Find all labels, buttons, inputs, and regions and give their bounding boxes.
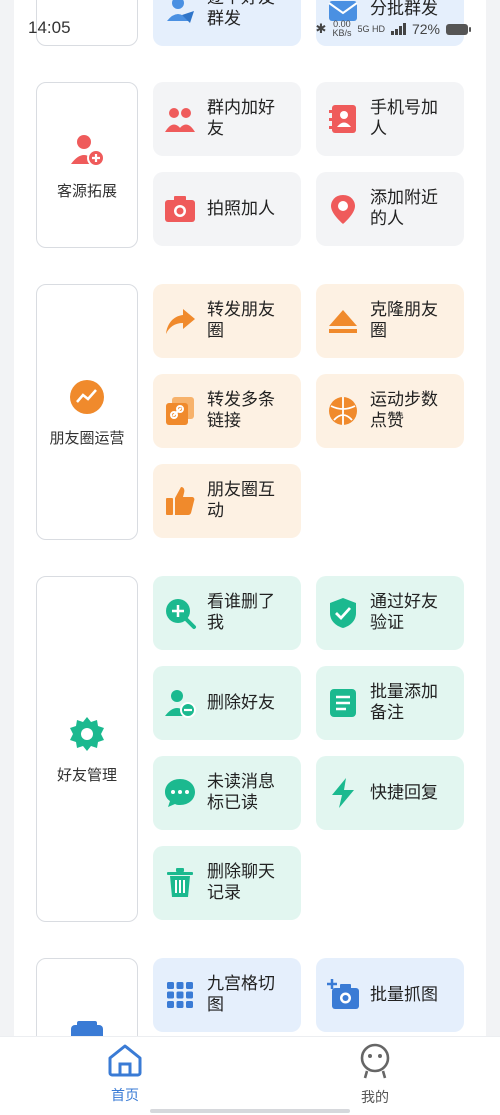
location-pin-icon: [326, 192, 360, 226]
tile-moments-interact[interactable]: 朋友圈互动: [153, 464, 301, 538]
mail-icon: [326, 0, 360, 26]
nav-home[interactable]: 首页: [85, 1043, 165, 1105]
tile-label: 运动步数点赞: [370, 390, 438, 431]
nav-mine-label: 我的: [361, 1090, 389, 1106]
add-photo-icon: [326, 978, 360, 1012]
thumbs-up-icon: [163, 484, 197, 518]
category-card-customer-expansion: 客源拓展: [36, 82, 138, 248]
nav-home-label: 首页: [111, 1088, 139, 1104]
eject-icon: [326, 304, 360, 338]
home-indicator: [150, 1109, 350, 1113]
nav-mine[interactable]: 我的: [335, 1043, 415, 1107]
tile-batch-remark[interactable]: 批量添加备注: [316, 666, 464, 740]
chat-bubble-icon: [163, 776, 197, 810]
tile-label: 未读消息标已读: [207, 772, 275, 813]
ball-icon: [326, 394, 360, 428]
tile-delete-chat[interactable]: 删除聊天记录: [153, 846, 301, 920]
tile-label: 群内加好友: [207, 98, 275, 139]
bottom-nav: 首页 我的: [0, 1036, 500, 1115]
tile-label: 转发多条链接: [207, 390, 275, 431]
tile-batch-capture[interactable]: 批量抓图: [316, 958, 464, 1032]
tile-label: 手机号加人: [370, 98, 438, 139]
category-label: 朋友圈运营: [49, 428, 125, 447]
contact-book-icon: [326, 102, 360, 136]
tile-label: 转发朋友圈: [207, 300, 275, 341]
tile-label: 快捷回复: [370, 782, 438, 803]
camera-icon: [163, 192, 197, 226]
tile-label: 克隆朋友圈: [370, 300, 438, 341]
lightning-icon: [326, 776, 360, 810]
tile-label: 拍照加人: [207, 198, 275, 219]
remove-user-icon: [163, 686, 197, 720]
tile-label: 分批群发: [370, 0, 438, 19]
home-icon: [107, 1043, 143, 1081]
tile-phone-add[interactable]: 手机号加人: [316, 82, 464, 156]
tile-label: 通过好友验证: [370, 592, 438, 633]
tile-pass-verify[interactable]: 通过好友验证: [316, 576, 464, 650]
group-icon: [163, 102, 197, 136]
grid-icon: [163, 978, 197, 1012]
tile-quick-reply[interactable]: 快捷回复: [316, 756, 464, 830]
category-label: 客源拓展: [56, 181, 117, 200]
tile-who-deleted[interactable]: 看谁删了我: [153, 576, 301, 650]
tile-label: 看谁删了我: [207, 592, 275, 633]
category-card-partial: [36, 0, 138, 46]
tile-delete-friend[interactable]: 删除好友: [153, 666, 301, 740]
link-copy-icon: [163, 394, 197, 428]
category-card-moments-operation: 朋友圈运营: [36, 284, 138, 540]
tile-grid-cut[interactable]: 九宫格切图: [153, 958, 301, 1032]
tile-label: 删除好友: [207, 692, 275, 713]
tile-label: 逐个好友群发: [207, 0, 275, 29]
tile-label: 删除聊天记录: [207, 862, 275, 903]
add-user-icon: [67, 130, 107, 170]
trash-icon: [163, 866, 197, 900]
gear-icon: [67, 714, 107, 754]
robot-face-icon: [358, 1043, 392, 1083]
forward-arrow-icon: [163, 304, 197, 338]
tile-step-like[interactable]: 运动步数点赞: [316, 374, 464, 448]
tile-label: 添加附近的人: [370, 188, 438, 229]
category-card-friend-management: 好友管理: [36, 576, 138, 922]
tile-mark-read[interactable]: 未读消息标已读: [153, 756, 301, 830]
tile-group-add[interactable]: 群内加好友: [153, 82, 301, 156]
tile-label: 批量抓图: [370, 984, 438, 1005]
shield-check-icon: [326, 596, 360, 630]
tile-clone-moments[interactable]: 克隆朋友圈: [316, 284, 464, 358]
tile-nearby-add[interactable]: 添加附近的人: [316, 172, 464, 246]
send-icon: [163, 0, 197, 26]
search-icon: [163, 596, 197, 630]
tile-label: 九宫格切图: [207, 974, 275, 1015]
category-label: 好友管理: [56, 765, 117, 784]
tile-forward-links[interactable]: 转发多条链接: [153, 374, 301, 448]
tile-batch-send[interactable]: 分批群发: [316, 0, 464, 46]
tile-photo-add[interactable]: 拍照加人: [153, 172, 301, 246]
tile-forward-moments[interactable]: 转发朋友圈: [153, 284, 301, 358]
note-icon: [326, 686, 360, 720]
trend-icon: [67, 377, 107, 417]
tile-label: 朋友圈互动: [207, 480, 275, 521]
tile-send-one-by-one[interactable]: 逐个好友群发: [153, 0, 301, 46]
tile-label: 批量添加备注: [370, 682, 438, 723]
